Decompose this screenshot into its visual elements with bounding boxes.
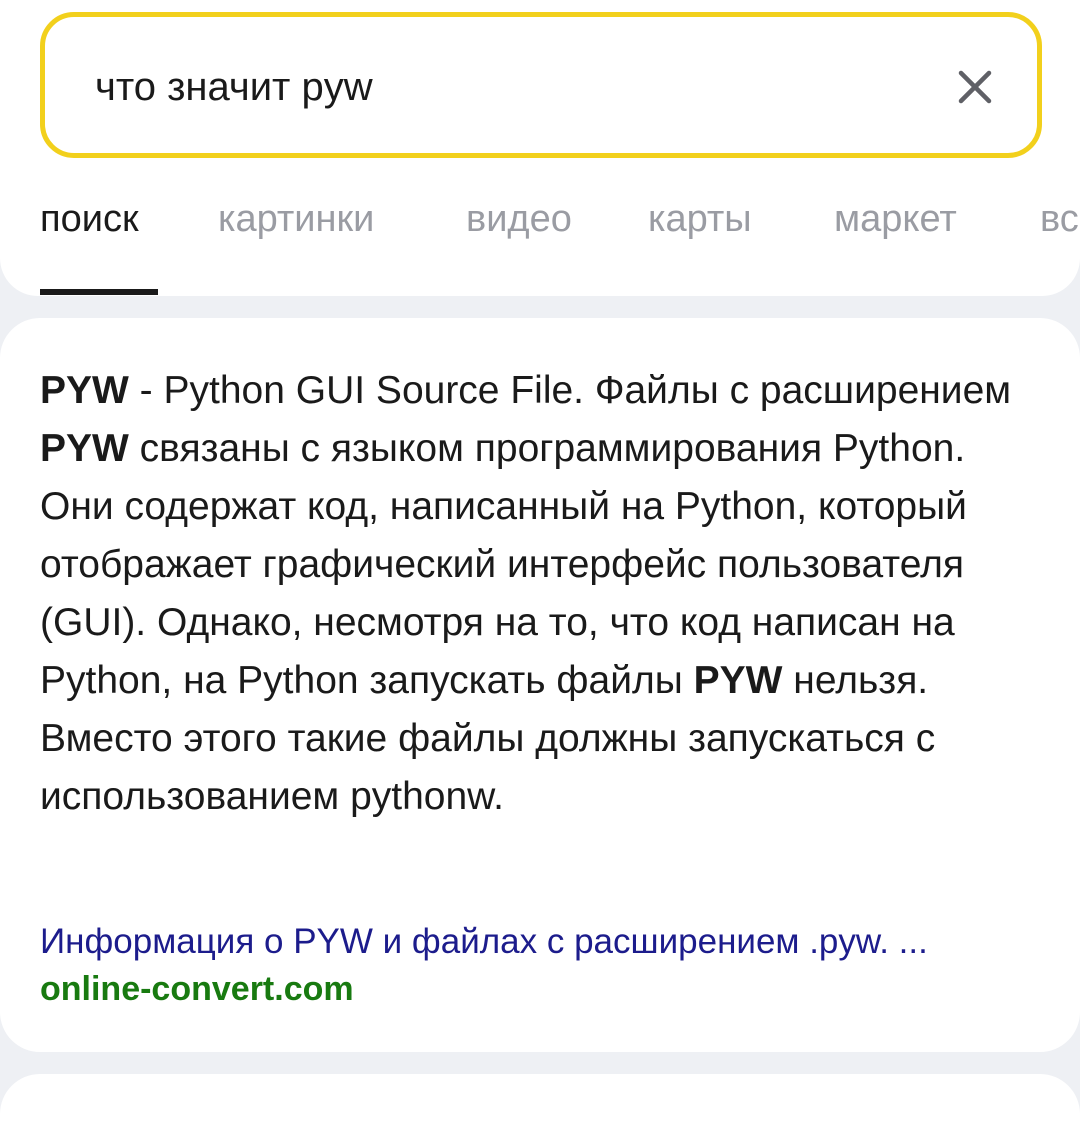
result-domain-link[interactable]: online-convert.com [40,970,354,1009]
next-result-card [0,1074,1080,1134]
tab-search[interactable]: поиск [40,198,139,241]
result-snippet: PYW - Python GUI Source File. Файлы с ра… [40,362,1040,826]
snippet-highlight: PYW [40,427,129,470]
snippet-highlight: PYW [40,369,129,412]
result-card: PYW - Python GUI Source File. Файлы с ра… [0,318,1080,1052]
tab-market[interactable]: маркет [834,198,957,241]
search-tabs: поиск картинки видео карты маркет вс [40,198,1080,298]
tab-all[interactable]: вс [1040,198,1079,241]
snippet-highlight: PYW [693,659,783,702]
result-title-link[interactable]: Информация о PYW и файлах с расширением … [40,922,1050,962]
search-input[interactable]: что значит pyw [40,12,1042,158]
search-header: что значит pyw поиск картинки видео карт… [0,0,1080,296]
tab-maps[interactable]: карты [648,198,752,241]
active-tab-indicator [40,289,158,295]
close-icon[interactable] [949,61,1001,113]
snippet-text: - Python GUI Source File. Файлы с расшир… [128,369,1012,412]
search-query-text[interactable]: что значит pyw [95,65,373,110]
tab-video[interactable]: видео [466,198,572,241]
tab-images[interactable]: картинки [218,198,374,241]
